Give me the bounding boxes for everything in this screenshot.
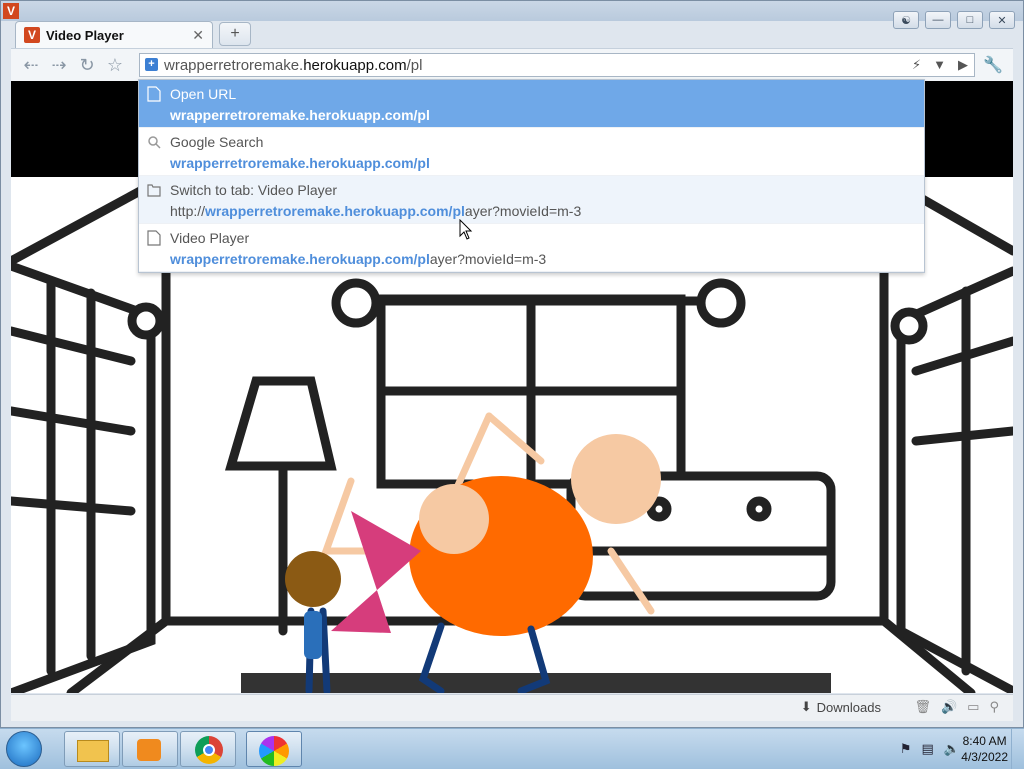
volume-icon[interactable]: 🔊 bbox=[941, 699, 957, 715]
status-icons: 🗑 🔊 ▭ ⚲ bbox=[914, 699, 999, 715]
suggestion-title: Open URL bbox=[170, 86, 237, 102]
network-icon[interactable]: ▤ bbox=[922, 741, 934, 757]
trash-icon[interactable]: 🗑 bbox=[914, 699, 931, 715]
browser-tab[interactable]: V Video Player ✕ bbox=[15, 21, 213, 49]
address-bar[interactable]: + wrapperretroremake.herokuapp.com/pl ⚡ … bbox=[139, 53, 975, 77]
suggestion-history[interactable]: Video Player wrapperretroremake.herokuap… bbox=[139, 224, 924, 272]
clock-time: 8:40 AM bbox=[962, 734, 1007, 748]
tab-icon bbox=[147, 184, 161, 197]
volume-tray-icon[interactable]: 🔈 bbox=[944, 741, 960, 757]
page-icon bbox=[147, 230, 161, 246]
back-icon[interactable]: ⇠ bbox=[19, 55, 43, 76]
flag-icon[interactable]: ⚑ bbox=[900, 741, 912, 757]
screen-icon[interactable]: ▭ bbox=[967, 699, 979, 715]
url-prefix: wrapperretroremake. bbox=[164, 57, 304, 74]
suggestion-open-url[interactable]: Open URL wrapperretroremake.herokuapp.co… bbox=[139, 80, 924, 128]
suggestion-google-search[interactable]: Google Search wrapperretroremake.herokua… bbox=[139, 128, 924, 176]
new-tab-button[interactable]: + bbox=[219, 22, 251, 46]
tab-favicon: V bbox=[24, 27, 40, 43]
download-icon: ⬇ bbox=[800, 699, 812, 714]
start-button[interactable] bbox=[6, 731, 42, 767]
app-icon: V bbox=[3, 3, 19, 19]
explorer-taskbar-icon[interactable] bbox=[64, 731, 120, 767]
security-shield-icon: + bbox=[145, 58, 158, 71]
suggestion-url: wrapperretroremake.herokuapp.com/pl bbox=[170, 155, 430, 171]
tab-title: Video Player bbox=[46, 28, 124, 43]
status-bar: ⬇ Downloads 🗑 🔊 ▭ ⚲ bbox=[11, 694, 1013, 721]
omnibox-dropdown: Open URL wrapperretroremake.herokuapp.co… bbox=[138, 79, 925, 273]
go-arrow-icon[interactable]: ▶ bbox=[958, 57, 968, 73]
maximize-button[interactable]: □ bbox=[957, 11, 983, 29]
suggestion-title: Google Search bbox=[170, 134, 264, 150]
downloads-label: Downloads bbox=[816, 699, 881, 715]
suggestion-title: Switch to tab: Video Player bbox=[170, 182, 338, 198]
clock-date: 4/3/2022 bbox=[961, 750, 1008, 764]
minimize-button[interactable]: — bbox=[925, 11, 951, 29]
page-icon bbox=[147, 86, 161, 102]
wrench-menu-icon[interactable]: 🔧 bbox=[983, 55, 1003, 75]
reload-icon[interactable]: ↻ bbox=[75, 55, 99, 76]
show-desktop-button[interactable] bbox=[1011, 729, 1024, 769]
media-player-taskbar-icon[interactable] bbox=[122, 731, 178, 767]
profile-icon[interactable]: ☯ bbox=[893, 11, 919, 29]
lightning-icon[interactable]: ⚡ bbox=[912, 57, 921, 73]
close-window-button[interactable]: ✕ bbox=[989, 11, 1015, 29]
mouse-cursor-icon bbox=[459, 219, 473, 240]
omnibox-actions: ⚡ ▼ ▶ bbox=[912, 57, 968, 73]
suggestion-switch-tab[interactable]: Switch to tab: Video Player http://wrapp… bbox=[139, 176, 924, 224]
suggestion-url: wrapperretroremake.herokuapp.com/player?… bbox=[170, 251, 547, 267]
search-icon bbox=[148, 136, 161, 149]
url-suffix: /pl bbox=[406, 57, 423, 74]
taskbar: ⚑ ▤ 🔈 8:40 AM 4/3/2022 bbox=[0, 728, 1024, 769]
url-host: herokuapp.com bbox=[303, 57, 407, 74]
toolbar: ⇠ ⇢ ↻ ☆ + wrapperretroremake.herokuapp.c… bbox=[11, 48, 1013, 83]
title-bar: V bbox=[1, 1, 1023, 21]
address-text[interactable]: wrapperretroremake.herokuapp.com/pl bbox=[164, 57, 422, 74]
chrome-taskbar-icon[interactable] bbox=[180, 731, 236, 767]
tab-close-icon[interactable]: ✕ bbox=[192, 27, 204, 44]
suggestion-url: http://wrapperretroremake.herokuapp.com/… bbox=[170, 203, 582, 219]
star-icon[interactable]: ☆ bbox=[103, 55, 127, 76]
system-tray: ⚑ ▤ 🔈 bbox=[900, 741, 960, 757]
forward-icon[interactable]: ⇢ bbox=[47, 55, 71, 76]
suggestion-url: wrapperretroremake.herokuapp.com/pl bbox=[170, 107, 430, 123]
clock[interactable]: 8:40 AM 4/3/2022 bbox=[961, 733, 1008, 765]
window-controls: ☯ — □ ✕ bbox=[893, 11, 1015, 29]
zoom-icon[interactable]: ⚲ bbox=[989, 699, 999, 715]
suggestion-title: Video Player bbox=[170, 230, 250, 246]
paint-taskbar-icon[interactable] bbox=[246, 731, 302, 767]
downloads-button[interactable]: ⬇ Downloads bbox=[801, 699, 881, 715]
dropdown-chevron-icon[interactable]: ▼ bbox=[933, 57, 946, 73]
